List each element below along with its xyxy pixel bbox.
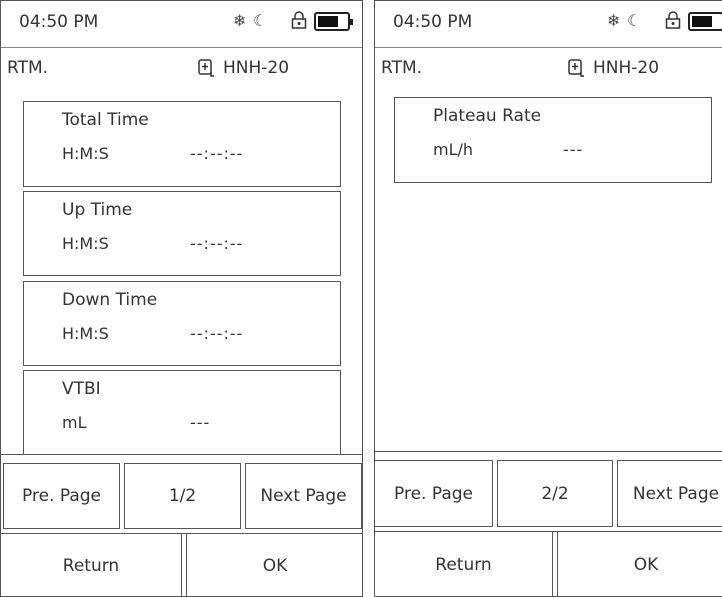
night-mode-icon: ☾ (627, 11, 642, 30)
field-title: Plateau Rate (433, 106, 542, 126)
night-mode-icon: ☾ (253, 11, 268, 30)
clock: 04:50 PM (19, 12, 99, 32)
prev-page-button[interactable]: Pre. Page (375, 460, 493, 527)
battery-icon (688, 12, 722, 31)
ok-button[interactable]: OK (557, 531, 722, 596)
page-indicator: 2/2 (497, 460, 613, 527)
device-label: HNH-20 (567, 58, 659, 78)
page-indicator: 1/2 (124, 463, 241, 529)
field-value: --- (563, 140, 584, 159)
field-title: VTBI (62, 379, 101, 399)
pump-screen-page-2: 04:50 PM ❄ ☾ RTM. HNH-20 Plateau Rate mL… (374, 0, 722, 597)
field-title: Up Time (62, 200, 133, 220)
action-bar: Return OK (1, 533, 362, 596)
field-unit: mL/h (433, 140, 474, 159)
mode-label: RTM. (381, 58, 423, 78)
up-time-field: Up Time H:M:S --:--:-- (23, 191, 341, 276)
lock-icon (665, 11, 681, 33)
infusion-bag-icon (198, 59, 214, 77)
return-button[interactable]: Return (1, 533, 182, 596)
field-unit: H:M:S (62, 144, 109, 163)
field-unit: H:M:S (62, 234, 109, 253)
status-bar: 04:50 PM ❄ ☾ (1, 1, 362, 48)
field-value: --:--:-- (190, 234, 244, 253)
total-time-field: Total Time H:M:S --:--:-- (23, 101, 341, 187)
clock: 04:50 PM (393, 12, 473, 32)
next-page-button[interactable]: Next Page (617, 460, 722, 527)
device-model: HNH-20 (223, 58, 290, 78)
field-value: --:--:-- (190, 324, 244, 343)
snowflake-icon: ❄ (607, 11, 621, 30)
device-label: HNH-20 (197, 58, 289, 78)
status-bar: 04:50 PM ❄ ☾ (375, 1, 722, 48)
lock-icon (291, 11, 307, 33)
mode-label: RTM. (7, 58, 49, 78)
prev-page-button[interactable]: Pre. Page (3, 463, 120, 529)
field-unit: mL (62, 413, 87, 432)
field-title: Total Time (62, 110, 149, 130)
action-bar: Return OK (375, 531, 722, 596)
plateau-rate-field: Plateau Rate mL/h --- (394, 97, 712, 183)
vtbi-field: VTBI mL --- (23, 370, 341, 455)
device-model: HNH-20 (593, 58, 660, 78)
pump-screen-page-1: 04:50 PM ❄ ☾ RTM. HNH-20 Total Time H:M:… (0, 0, 363, 597)
field-unit: H:M:S (62, 324, 109, 343)
battery-icon (314, 12, 353, 31)
field-title: Down Time (62, 290, 158, 310)
infusion-bag-icon (568, 59, 584, 77)
snowflake-icon: ❄ (233, 11, 247, 30)
page-nav: Pre. Page 1/2 Next Page (1, 454, 362, 535)
return-button[interactable]: Return (375, 531, 553, 596)
field-value: --:--:-- (190, 144, 244, 163)
next-page-button[interactable]: Next Page (245, 463, 362, 529)
field-value: --- (190, 413, 211, 432)
down-time-field: Down Time H:M:S --:--:-- (23, 281, 341, 366)
page-nav: Pre. Page 2/2 Next Page (375, 451, 722, 532)
ok-button[interactable]: OK (186, 533, 362, 596)
